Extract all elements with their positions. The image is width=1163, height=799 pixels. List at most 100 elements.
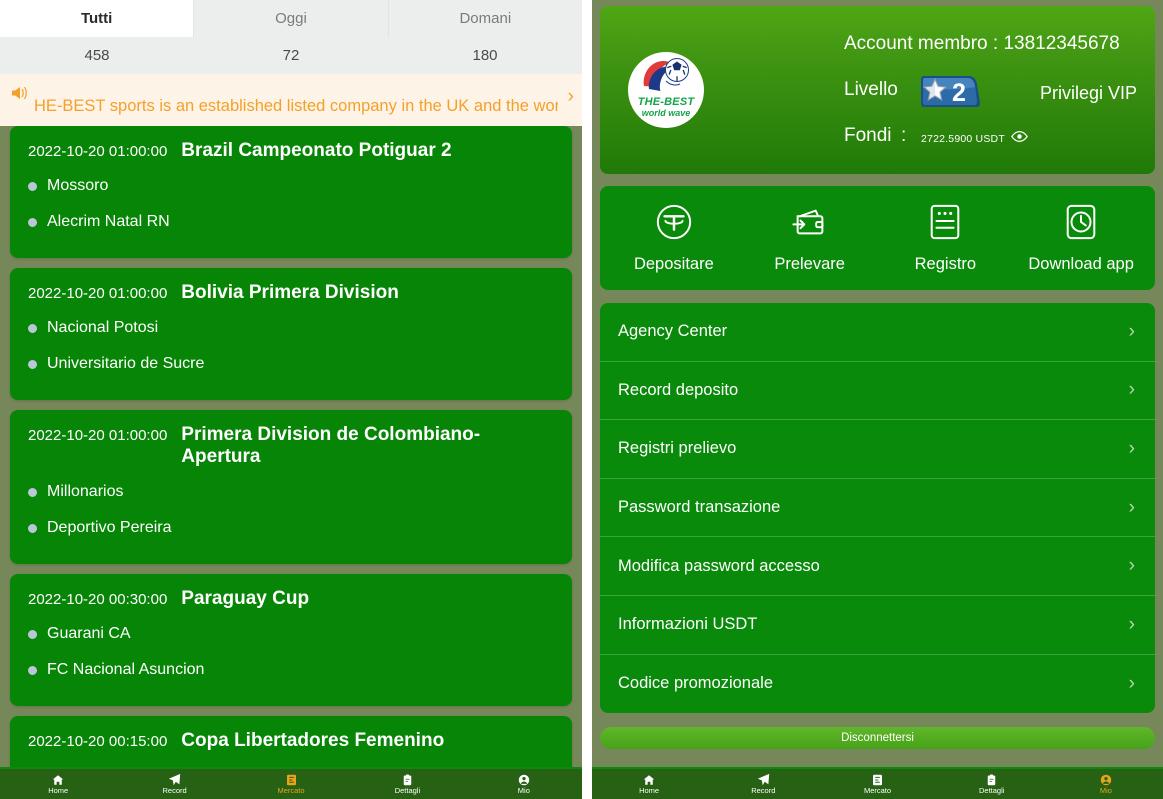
nav-item-record[interactable]: Record: [116, 773, 232, 795]
eye-icon[interactable]: [1011, 130, 1028, 148]
menu-item-label: Codice promozionale: [618, 674, 774, 693]
home-icon: [52, 773, 64, 786]
brand-logo: THE-BEST world wave: [628, 52, 704, 128]
nav-label: Mercato: [277, 786, 305, 796]
match-card[interactable]: 2022-10-20 01:00:00 Brazil Campeonato Po…: [10, 126, 572, 258]
clipboard-icon: [402, 773, 413, 786]
team-dot-icon: [28, 217, 37, 227]
tab-tutti-label: Tutti: [80, 10, 113, 27]
level-label: Livello: [844, 79, 898, 100]
team-row[interactable]: Nacional Potosi: [28, 310, 554, 346]
team-row[interactable]: Guarani CA: [28, 616, 554, 652]
logo-mark-icon: [643, 58, 689, 91]
nav-item-home[interactable]: Home: [592, 773, 706, 795]
tab-domani[interactable]: Domani: [388, 0, 582, 37]
team-dot-icon: [28, 523, 37, 533]
tab-oggi[interactable]: Oggi: [194, 0, 389, 37]
nav-label: Dettagli: [394, 786, 421, 796]
tab-domani-label: Domani: [459, 10, 512, 27]
menu-item-registri-prelievo[interactable]: Registri prelievo ›: [600, 420, 1155, 479]
tab-oggi-label: Oggi: [275, 10, 307, 27]
menu-item-modifica-password-accesso[interactable]: Modifica password accesso ›: [600, 537, 1155, 596]
vip-privileges-label[interactable]: Privilegi VIP: [1040, 83, 1137, 104]
nav-label: Dettagli: [978, 786, 1005, 796]
action-download-app[interactable]: Download app: [1021, 203, 1141, 274]
nav-label: Mio: [1099, 786, 1112, 796]
action-label: Download app: [1028, 254, 1134, 273]
chevron-right-icon: ›: [1128, 379, 1135, 401]
home-icon: [643, 773, 655, 786]
user-circle-icon: [518, 773, 530, 786]
team-dot-icon: [28, 629, 37, 639]
match-list[interactable]: 2022-10-20 01:00:00 Brazil Campeonato Po…: [0, 126, 582, 799]
match-time: 2022-10-20 00:30:00: [28, 591, 168, 608]
menu-item-informazioni-usdt[interactable]: Informazioni USDT ›: [600, 596, 1155, 655]
account-info: Account membro : 13812345678 Livello 2 P…: [726, 31, 1139, 149]
nav-label: Mio: [517, 786, 530, 796]
tab-oggi-count: 72: [282, 47, 300, 64]
team-row[interactable]: Alecrim Natal RN: [28, 204, 554, 240]
menu-item-codice-promozionale[interactable]: Codice promozionale ›: [600, 655, 1155, 714]
match-header: 2022-10-20 00:15:00 Copa Libertadores Fe…: [28, 730, 554, 752]
match-card[interactable]: 2022-10-20 00:30:00 Paraguay Cup Guarani…: [10, 574, 572, 706]
announcement-bar[interactable]: HE-BEST sports is an established listed …: [0, 74, 582, 126]
bottom-nav-left: Home Record Mercato Dettagli Mio: [0, 767, 582, 799]
nav-item-dettagli[interactable]: Dettagli: [935, 773, 1049, 795]
logo-subtitle: world wave: [641, 107, 691, 118]
account-menu: Agency Center › Record deposito › Regist…: [600, 303, 1155, 714]
team-row[interactable]: Mossoro: [28, 168, 554, 204]
logo-title: THE-BEST: [637, 96, 695, 109]
match-league: Bolivia Primera Division: [181, 282, 399, 303]
nav-item-mercato[interactable]: Mercato: [233, 773, 349, 795]
paper-plane-icon: [757, 773, 770, 786]
nav-item-home[interactable]: Home: [0, 773, 116, 795]
nav-item-dettagli[interactable]: Dettagli: [349, 773, 465, 795]
nav-item-record[interactable]: Record: [706, 773, 820, 795]
menu-item-label: Password transazione: [618, 498, 781, 517]
nav-item-mio[interactable]: Mio: [466, 773, 582, 795]
menu-item-label: Record deposito: [618, 380, 739, 399]
action-label: Registro: [914, 254, 977, 273]
menu-item-password-transazione[interactable]: Password transazione ›: [600, 479, 1155, 538]
menu-item-record-deposito[interactable]: Record deposito ›: [600, 362, 1155, 421]
nav-label: Mercato: [863, 786, 892, 796]
nav-item-mio[interactable]: Mio: [1049, 773, 1163, 795]
nav-label: Home: [639, 786, 660, 796]
action-registro[interactable]: Registro: [885, 203, 1005, 274]
match-league: Copa Libertadores Femenino: [181, 730, 445, 751]
team-name: Universitario de Sucre: [47, 355, 205, 372]
chevron-right-icon: ›: [1128, 613, 1135, 635]
chevron-right-icon: ›: [1128, 320, 1135, 342]
logout-button[interactable]: Disconnettersi: [600, 727, 1155, 750]
chevron-right-icon[interactable]: ›: [568, 86, 574, 108]
panel-divider: [582, 0, 592, 799]
svg-text:2: 2: [952, 79, 966, 107]
speaker-icon: [10, 84, 30, 116]
menu-item-agency-center[interactable]: Agency Center ›: [600, 303, 1155, 362]
team-name: Nacional Potosi: [47, 319, 159, 336]
tab-tutti[interactable]: Tutti: [0, 0, 195, 37]
level-badge: 2: [919, 76, 981, 107]
match-card[interactable]: 2022-10-20 01:00:00 Primera Division de …: [10, 410, 572, 564]
action-depositare[interactable]: Depositare: [614, 203, 734, 274]
action-prelevare[interactable]: Prelevare: [750, 203, 870, 274]
record-book-icon: [927, 203, 963, 246]
match-header: 2022-10-20 01:00:00 Primera Division de …: [28, 424, 554, 468]
team-row[interactable]: Millonarios: [28, 474, 554, 510]
clipboard-icon: [986, 773, 997, 786]
app-screen: Tutti Oggi Domani 458 72 180 HE-BEST spo…: [0, 0, 1163, 799]
chevron-right-icon: ›: [1128, 555, 1135, 577]
nav-item-mercato[interactable]: Mercato: [820, 773, 934, 795]
match-card[interactable]: 2022-10-20 01:00:00 Bolivia Primera Divi…: [10, 268, 572, 400]
team-row[interactable]: Universitario de Sucre: [28, 346, 554, 382]
team-row[interactable]: FC Nacional Asuncion: [28, 652, 554, 688]
chevron-right-icon: ›: [1128, 437, 1135, 459]
match-league: Brazil Campeonato Potiguar 2: [181, 140, 452, 161]
date-filter-tabs: Tutti Oggi Domani: [0, 0, 582, 37]
team-name: Alecrim Natal RN: [47, 213, 170, 230]
match-header: 2022-10-20 01:00:00 Bolivia Primera Divi…: [28, 282, 554, 304]
team-row[interactable]: Deportivo Pereira: [28, 510, 554, 546]
clock-download-icon: [1063, 203, 1099, 246]
match-league: Primera Division de Colombiano-Apertura: [181, 424, 481, 467]
bottom-nav-right: Home Record Mercato Dettagli Mio: [592, 767, 1163, 799]
